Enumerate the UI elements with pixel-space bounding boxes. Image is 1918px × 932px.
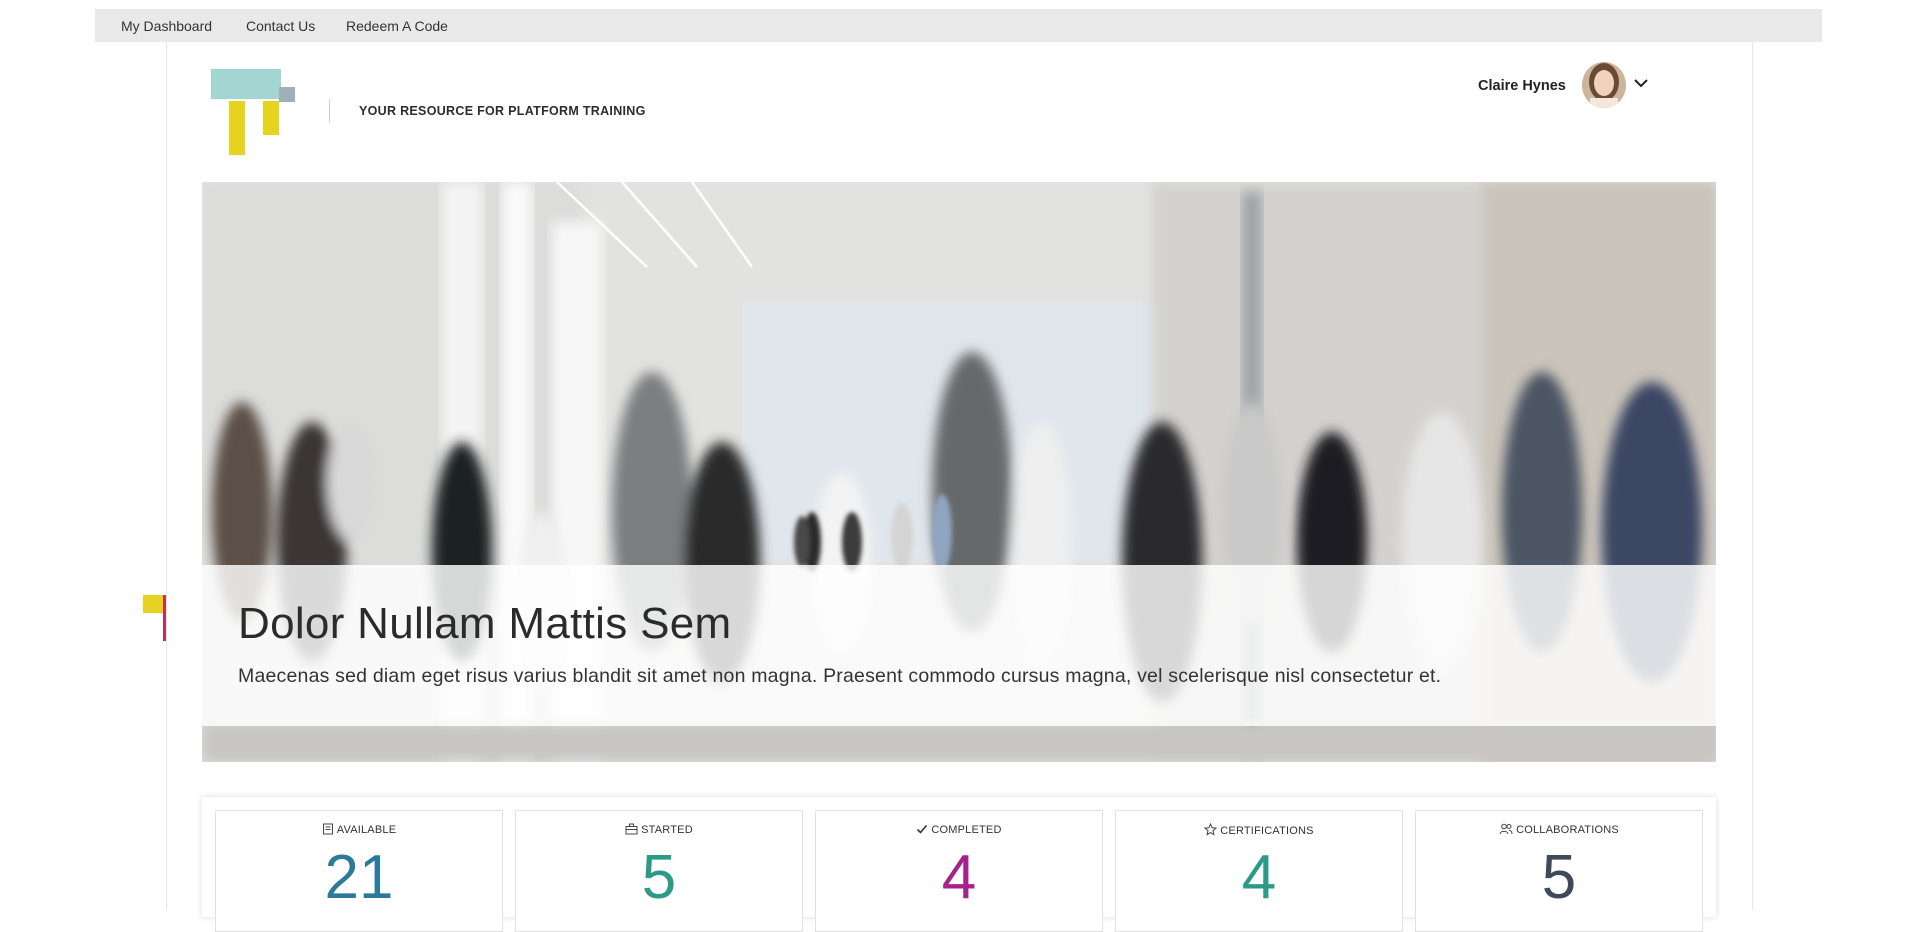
stat-available[interactable]: AVAILABLE 21 [215,810,503,932]
stats-panel: AVAILABLE 21 STARTED 5 COMPLETED 4 CERTI… [202,797,1716,932]
stat-label: COLLABORATIONS [1516,824,1619,836]
check-icon [917,824,928,834]
hero-subtitle: Maecenas sed diam eget risus varius blan… [238,665,1442,687]
stat-value: 5 [641,843,677,912]
stat-label: COMPLETED [931,824,1002,836]
brand-logo[interactable] [211,69,297,155]
stat-started[interactable]: STARTED 5 [515,810,803,932]
site-tagline: YOUR RESOURCE FOR PLATFORM TRAINING [359,104,646,118]
stat-completed[interactable]: COMPLETED 4 [815,810,1103,932]
star-icon [1204,823,1218,836]
hero-caption: Dolor Nullam Mattis Sem Maecenas sed dia… [202,565,1716,726]
people-icon [1499,823,1513,835]
nav-my-dashboard[interactable]: My Dashboard [121,9,212,44]
logo-divider [329,99,330,123]
stat-value: 5 [1541,843,1577,912]
stat-value: 4 [941,843,977,912]
briefcase-icon [625,823,638,835]
stat-certifications[interactable]: CERTIFICATIONS 4 [1115,810,1403,932]
hero-banner: Dolor Nullam Mattis Sem Maecenas sed dia… [202,182,1716,762]
hero-title: Dolor Nullam Mattis Sem [238,599,732,648]
stat-label: STARTED [641,824,693,836]
stat-value: 4 [1241,843,1277,912]
avatar[interactable] [1582,62,1626,108]
page-border-right [1752,42,1753,910]
side-marker-icon [143,595,166,641]
user-name[interactable]: Claire Hynes [1478,78,1566,94]
page-border-left [166,42,167,910]
stat-label: AVAILABLE [336,824,397,836]
chevron-down-icon[interactable] [1633,77,1649,89]
nav-contact-us[interactable]: Contact Us [246,9,315,44]
stat-value: 21 [324,843,394,912]
stat-collaborations[interactable]: COLLABORATIONS 5 [1415,810,1703,932]
book-icon [322,823,333,835]
top-nav: My Dashboard Contact Us Redeem A Code [95,9,1822,42]
nav-redeem-a-code[interactable]: Redeem A Code [346,9,448,44]
stat-label: CERTIFICATIONS [1220,825,1314,837]
